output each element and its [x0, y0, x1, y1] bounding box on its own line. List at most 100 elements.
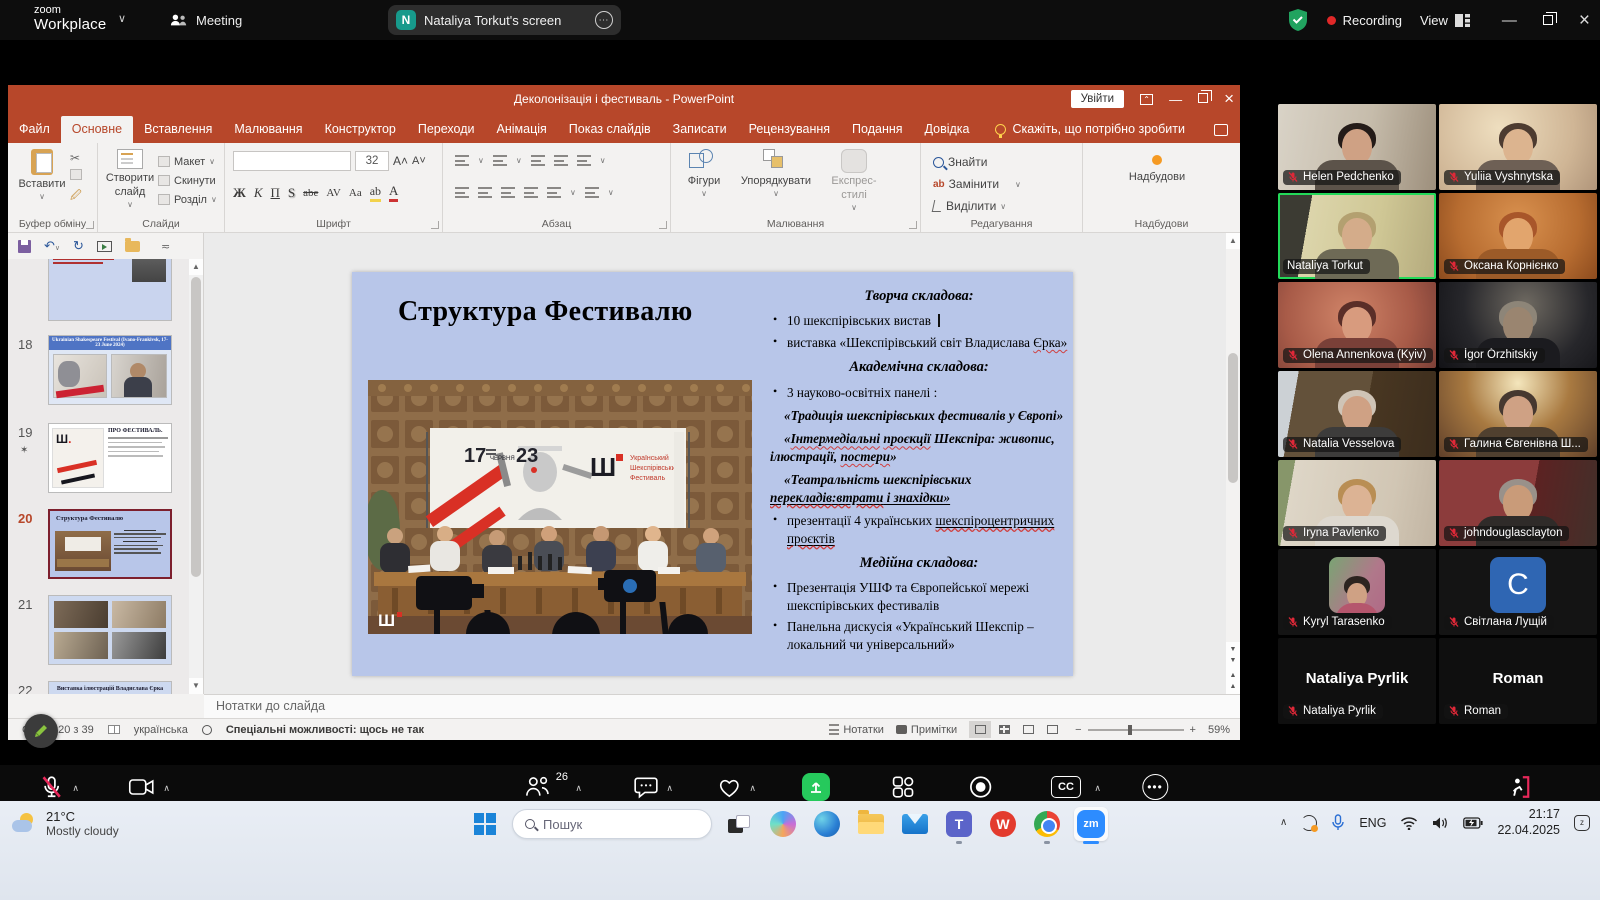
ppt-tab-11[interactable]: Довідка — [914, 116, 981, 143]
zoom-slider[interactable]: −+ — [1075, 724, 1196, 736]
open-folder-icon[interactable] — [125, 241, 140, 252]
wifi-icon[interactable] — [1400, 816, 1418, 830]
participant-tile[interactable]: Olena Annenkova (Kyiv) — [1278, 282, 1436, 368]
ppt-restore-button[interactable] — [1198, 90, 1208, 108]
shrink-font-button[interactable]: A˅ — [412, 155, 426, 167]
participant-tile[interactable]: Галина Євгенівна Ш... — [1439, 371, 1597, 457]
battery-icon[interactable] — [1463, 817, 1483, 829]
teams-button[interactable]: T — [942, 807, 976, 841]
dialog-launcher-icon[interactable] — [431, 221, 439, 229]
participant-tile[interactable]: johndouglasclayton — [1439, 460, 1597, 546]
volume-icon[interactable] — [1432, 816, 1449, 830]
slide-editor-area[interactable]: Структура Фестивалю — [204, 233, 1226, 694]
ppt-tab-7[interactable]: Показ слайдів — [558, 116, 662, 143]
chrome-button[interactable] — [1030, 807, 1064, 841]
tell-me-assistant[interactable]: Скажіть, що потрібно зробити — [995, 122, 1186, 143]
grow-font-button[interactable]: A˄ — [393, 154, 408, 168]
indent-increase-button[interactable] — [554, 155, 568, 166]
ribbon-display-options-icon[interactable]: ⌃ — [1140, 94, 1153, 105]
restore-button[interactable] — [1543, 13, 1553, 28]
participant-tile[interactable]: Iryna Pavlenko — [1278, 460, 1436, 546]
align-center-button[interactable] — [478, 187, 492, 198]
normal-view-button[interactable] — [969, 721, 991, 738]
language-switcher[interactable]: ENG — [1359, 816, 1386, 830]
clock[interactable]: 21:17 22.04.2025 — [1497, 807, 1560, 838]
slideshow-button[interactable] — [1041, 721, 1063, 738]
zoom-app-button[interactable]: zm — [1074, 807, 1108, 841]
file-explorer-button[interactable] — [854, 807, 888, 841]
wps-button[interactable]: W — [986, 807, 1020, 841]
next-slide-button[interactable]: ▼▼ — [1226, 642, 1240, 668]
ppt-tab-3[interactable]: Малювання — [223, 116, 313, 143]
section-button[interactable]: Розділ∨ — [158, 190, 217, 209]
font-name-box[interactable] — [233, 151, 351, 171]
weather-widget[interactable]: 21°C Mostly cloudy — [12, 809, 119, 838]
participant-tile[interactable]: Ígor Órzhitskiy — [1439, 282, 1597, 368]
view-button[interactable]: View — [1420, 13, 1470, 28]
participant-tile[interactable]: CСвітлана Лущій — [1439, 549, 1597, 635]
mic-tray-icon[interactable] — [1331, 814, 1345, 832]
thumbnail-scrollbar[interactable]: ▲ ▼ — [189, 259, 203, 694]
mail-button[interactable] — [898, 807, 932, 841]
edge-button[interactable] — [810, 807, 844, 841]
copilot-button[interactable] — [766, 807, 800, 841]
ppt-tab-8[interactable]: Записати — [662, 116, 738, 143]
save-icon[interactable] — [18, 240, 31, 253]
find-button[interactable]: Знайти — [933, 151, 1021, 173]
participant-tile[interactable]: Yuliia Vyshnytska — [1439, 104, 1597, 190]
character-spacing-button[interactable]: AV — [326, 187, 340, 199]
task-view-button[interactable] — [722, 807, 756, 841]
customize-qat-icon[interactable]: ≂ — [161, 240, 170, 253]
ppt-tab-10[interactable]: Подання — [841, 116, 913, 143]
ppt-close-button[interactable]: × — [1224, 89, 1234, 109]
dialog-launcher-icon[interactable] — [86, 221, 94, 229]
notes-toggle[interactable]: Нотатки — [829, 724, 884, 736]
comments-icon[interactable] — [1214, 124, 1228, 136]
bold-button[interactable]: Ж — [233, 185, 246, 201]
participant-tile[interactable]: RomanRoman — [1439, 638, 1597, 724]
bullets-button[interactable] — [455, 155, 469, 166]
ppt-tab-2[interactable]: Вставлення — [133, 116, 223, 143]
security-shield-icon[interactable] — [1287, 8, 1309, 32]
thumbnail-slide-19[interactable]: 19 ✶ Ш. ПРО ФЕСТИВАЛЬ. — [8, 423, 190, 503]
font-color-button[interactable]: А — [389, 183, 398, 202]
thumbnail-slide-17[interactable] — [8, 259, 190, 321]
chevron-down-icon[interactable]: ∨ — [118, 12, 126, 25]
dialog-launcher-icon[interactable] — [909, 221, 917, 229]
participant-tile[interactable]: Kyryl Tarasenko — [1278, 549, 1436, 635]
taskbar-search[interactable]: Пошук — [512, 809, 712, 839]
start-button[interactable] — [468, 807, 502, 841]
strikethrough-button[interactable]: abe — [303, 187, 318, 199]
slide-body[interactable]: Творча складова:10 шекспірівських вистав… — [770, 280, 1068, 658]
underline-button[interactable]: П — [271, 185, 280, 201]
addins-button[interactable]: Надбудови — [1117, 149, 1197, 185]
recording-indicator[interactable]: Recording — [1327, 13, 1402, 28]
ppt-tab-4[interactable]: Конструктор — [314, 116, 407, 143]
shadow-button[interactable]: S — [288, 185, 295, 201]
tab-shared-screen[interactable]: N Nataliya Torkut's screen ⋯ — [388, 5, 621, 35]
close-button[interactable]: × — [1579, 11, 1590, 30]
layout-button[interactable]: Макет∨ — [158, 152, 217, 171]
annotation-pencil-button[interactable] — [24, 714, 58, 748]
reading-view-button[interactable] — [1017, 721, 1039, 738]
dialog-launcher-icon[interactable] — [659, 221, 667, 229]
zoom-percent[interactable]: 59% — [1208, 724, 1230, 736]
highlight-button[interactable]: ab — [370, 184, 381, 202]
shapes-button[interactable]: Фігури∨ — [681, 149, 727, 199]
screen-options-icon[interactable]: ⋯ — [595, 11, 613, 29]
justify-button[interactable] — [524, 187, 538, 198]
ppt-tab-6[interactable]: Анімація — [486, 116, 558, 143]
sign-in-button[interactable]: Увійти — [1071, 90, 1124, 108]
previous-slide-button[interactable]: ▲▲ — [1226, 668, 1240, 694]
notification-bell-icon[interactable]: z — [1574, 815, 1590, 831]
thumbnail-slide-20-selected[interactable]: 20 Структура Фестивалю — [8, 509, 190, 589]
participant-tile[interactable]: Helen Pedchenko — [1278, 104, 1436, 190]
editor-scrollbar[interactable]: ▲ ▲▲ ▼▼ — [1226, 233, 1240, 694]
thumbnail-slide-18[interactable]: 18 Ukrainian Shakespeare Festival (Ivano… — [8, 335, 190, 415]
minimize-button[interactable]: — — [1502, 13, 1517, 28]
select-button[interactable]: Виділити∨ — [933, 195, 1021, 217]
redo-icon[interactable]: ↻ — [73, 238, 84, 254]
text-direction-button[interactable] — [585, 187, 599, 198]
indent-decrease-button[interactable] — [531, 155, 545, 166]
tab-meeting[interactable]: Meeting — [160, 6, 252, 34]
